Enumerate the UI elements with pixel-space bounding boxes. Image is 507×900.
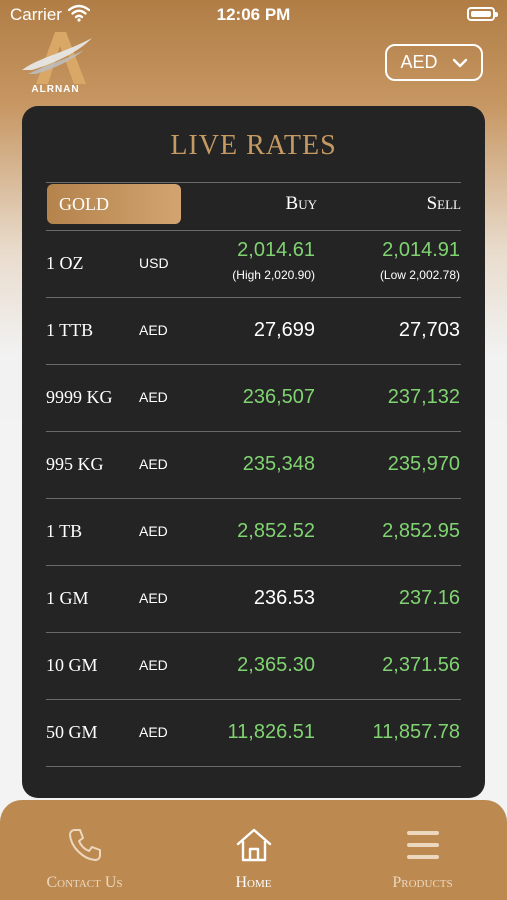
product-name: 1 TB (46, 521, 83, 541)
buy-price: 236.53 (253, 587, 315, 609)
nav-label: Products (392, 874, 453, 891)
logo-emblem-icon (22, 32, 92, 84)
chevron-down-icon (452, 52, 468, 73)
sell-price: 2,014.91 (382, 239, 460, 261)
sell-column-header: Sell (426, 193, 461, 214)
table-row: 1 OZ USD 2,014.61 (High 2,020.90) 2,014.… (46, 231, 461, 298)
brand-name: ALRNAN (31, 84, 80, 95)
product-name: 995 KG (46, 454, 104, 474)
product-name: 1 TTB (46, 320, 94, 340)
buy-price: 27,699 (253, 319, 315, 341)
sell-price: 235,970 (387, 453, 460, 475)
sell-low-note: (Low 2,002.78) (379, 268, 460, 282)
table-row: 9999 KG AED 236,507 237,132 (46, 365, 461, 432)
currency-code: AED (139, 456, 168, 472)
nav-label: Contact Us (46, 874, 123, 891)
currency-code: AED (139, 590, 168, 606)
tab-gold[interactable]: GOLD (47, 184, 181, 224)
buy-price: 2,365.30 (237, 654, 315, 676)
sell-price: 11,857.78 (372, 721, 461, 743)
table-row: 1 TTB AED 27,699 27,703 (46, 298, 461, 365)
sell-price: 27,703 (398, 319, 460, 341)
phone-icon (0, 826, 169, 864)
currency-code: AED (139, 322, 168, 338)
nav-home[interactable]: Home (169, 800, 338, 900)
product-name: 1 GM (46, 588, 89, 608)
table-header: GOLD Buy Sell (46, 183, 461, 230)
currency-value: AED (400, 52, 438, 72)
product-name: 9999 KG (46, 387, 113, 407)
currency-code: AED (139, 523, 168, 539)
live-rates-card: LIVE RATES GOLD Buy Sell 1 OZ USD 2,014.… (22, 106, 485, 798)
sell-price: 2,852.95 (382, 520, 460, 542)
battery-icon (467, 7, 498, 21)
currency-code: USD (139, 255, 169, 271)
currency-code: AED (139, 657, 168, 673)
sell-price: 237.16 (398, 587, 460, 609)
table-row: 1 GM AED 236.53 237.16 (46, 566, 461, 633)
product-name: 50 GM (46, 722, 98, 742)
menu-icon (338, 826, 507, 864)
clock: 12:06 PM (216, 5, 291, 24)
nav-contact-us[interactable]: Contact Us (0, 800, 169, 900)
brand-logo: ALRNAN (18, 28, 93, 100)
status-bar: Carrier 12:06 PM (0, 0, 507, 30)
sell-price: 2,371.56 (382, 654, 460, 676)
buy-price: 2,014.61 (237, 239, 315, 261)
buy-price: 2,852.52 (237, 520, 315, 542)
product-name: 10 GM (46, 655, 98, 675)
rates-table: GOLD Buy Sell 1 OZ USD 2,014.61 (High 2,… (46, 182, 461, 767)
sell-price: 237,132 (387, 386, 460, 408)
currency-code: AED (139, 389, 168, 405)
currency-dropdown[interactable]: AED (385, 44, 483, 81)
bottom-nav: Contact Us Home Products (0, 800, 507, 900)
table-row: 1 TB AED 2,852.52 2,852.95 (46, 499, 461, 566)
nav-label: Home (235, 874, 272, 891)
table-row: 995 KG AED 235,348 235,970 (46, 432, 461, 499)
buy-price: 236,507 (242, 386, 315, 408)
card-title: LIVE RATES (170, 130, 337, 161)
buy-high-note: (High 2,020.90) (232, 268, 315, 282)
nav-products[interactable]: Products (338, 800, 507, 900)
table-row: 10 GM AED 2,365.30 2,371.56 (46, 633, 461, 700)
buy-price: 235,348 (242, 453, 315, 475)
buy-price: 11,826.51 (227, 721, 316, 743)
buy-column-header: Buy (285, 193, 317, 214)
table-row: 50 GM AED 11,826.51 11,857.78 (46, 700, 461, 767)
currency-code: AED (139, 724, 168, 740)
product-name: 1 OZ (46, 253, 84, 273)
home-icon (169, 826, 338, 864)
